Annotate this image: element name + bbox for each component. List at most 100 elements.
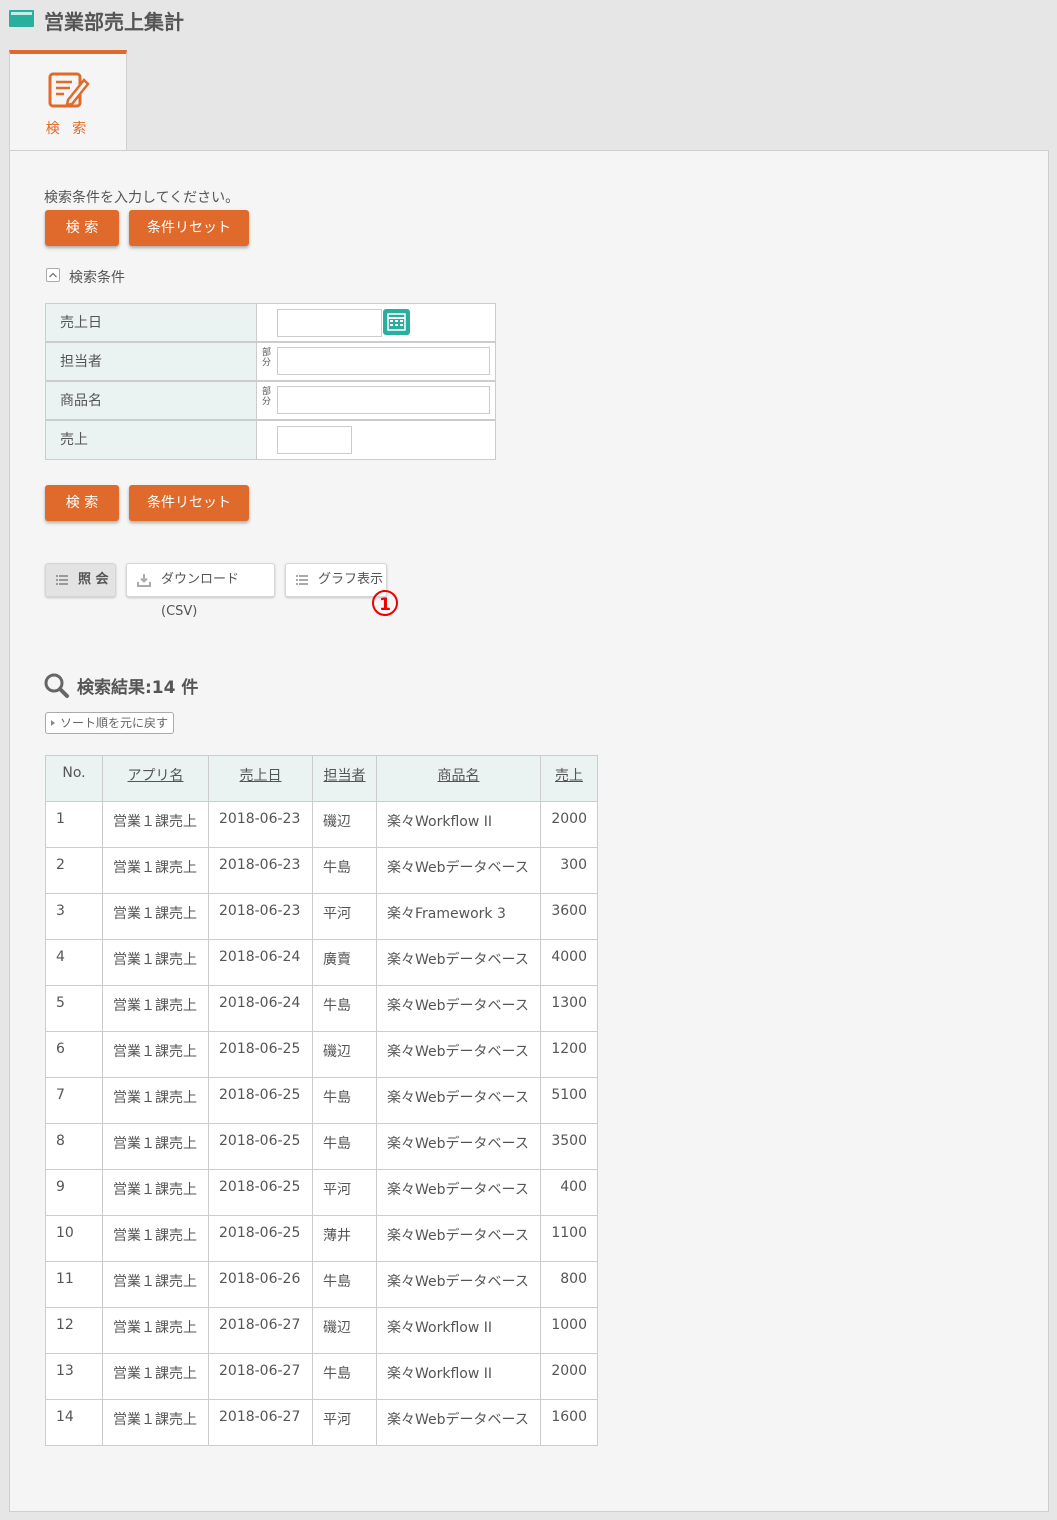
cell-product: 楽々Webデータベース: [376, 1169, 541, 1216]
product-input[interactable]: [277, 386, 490, 414]
cell-app: 営業１課売上: [102, 847, 209, 894]
partial-match-tag: 部分: [262, 387, 272, 407]
table-row: 6 営業１課売上 2018-06-25 磯辺 楽々Webデータベース 1200: [45, 1031, 598, 1078]
cell-product: 楽々Framework 3: [376, 893, 541, 940]
column-header-amount[interactable]: 売上: [540, 755, 598, 802]
table-row: 5 営業１課売上 2018-06-24 牛島 楽々Webデータベース 1300: [45, 985, 598, 1032]
cell-app: 営業１課売上: [102, 1077, 209, 1124]
cell-date: 2018-06-27: [208, 1399, 313, 1446]
cell-date: 2018-06-25: [208, 1169, 313, 1216]
cell-amount: 1600: [540, 1399, 598, 1446]
calendar-button[interactable]: [383, 309, 410, 335]
form-row-amount: 売上: [45, 420, 496, 460]
cell-amount: 800: [540, 1261, 598, 1308]
cell-person: 平河: [312, 1169, 377, 1216]
cell-date: 2018-06-25: [208, 1215, 313, 1262]
cell-product: 楽々Webデータベース: [376, 1123, 541, 1170]
column-header-date[interactable]: 売上日: [208, 755, 313, 802]
column-header-app[interactable]: アプリ名: [102, 755, 209, 802]
tab-label: 検 索: [45, 121, 91, 137]
cell-amount: 1000: [540, 1307, 598, 1354]
cell-app: 営業１課売上: [102, 801, 209, 848]
table-row: 14 営業１課売上 2018-06-27 平河 楽々Webデータベース 1600: [45, 1399, 598, 1446]
view-button[interactable]: 照 会: [45, 563, 116, 597]
cell-person: 平河: [312, 1399, 377, 1446]
cell-no: 5: [45, 985, 103, 1032]
cell-product: 楽々Webデータベース: [376, 985, 541, 1032]
cell-app: 営業１課売上: [102, 1307, 209, 1354]
tab-search[interactable]: 検 索: [9, 50, 127, 152]
cell-date: 2018-06-25: [208, 1123, 313, 1170]
cell-app: 営業１課売上: [102, 1215, 209, 1262]
cell-no: 13: [45, 1353, 103, 1400]
reset-button-top[interactable]: 条件リセット: [129, 210, 249, 246]
cell-amount: 300: [540, 847, 598, 894]
cell-product: 楽々Webデータベース: [376, 1077, 541, 1124]
list-icon: [296, 575, 308, 585]
download-csv-button[interactable]: ダウンロード(CSV): [126, 563, 275, 619]
cell-product: 楽々Webデータベース: [376, 1215, 541, 1262]
cell-app: 営業１課売上: [102, 985, 209, 1032]
reset-sort-button[interactable]: ソート順を元に戻す: [45, 712, 174, 734]
calendar-icon: [387, 313, 406, 331]
graph-button[interactable]: グラフ表示: [285, 563, 387, 597]
search-button-bottom[interactable]: 検 索: [45, 485, 119, 521]
edit-document-icon: [48, 72, 90, 108]
cell-no: 12: [45, 1307, 103, 1354]
list-icon: [56, 575, 68, 585]
cell-no: 14: [45, 1399, 103, 1446]
cell-amount: 2000: [540, 1353, 598, 1400]
cell-person: 廣賣: [312, 939, 377, 986]
table-row: 1 営業１課売上 2018-06-23 磯辺 楽々Workflow II 2000: [45, 801, 598, 848]
conditions-label: 検索条件: [69, 270, 125, 286]
search-button-top[interactable]: 検 索: [45, 210, 119, 246]
cell-date: 2018-06-23: [208, 801, 313, 848]
column-header-product[interactable]: 商品名: [376, 755, 541, 802]
cell-product: 楽々Workflow II: [376, 1353, 541, 1400]
download-icon: [137, 574, 151, 587]
cell-person: 牛島: [312, 1261, 377, 1308]
cell-person: 牛島: [312, 1077, 377, 1124]
cell-app: 営業１課売上: [102, 939, 209, 986]
cell-no: 7: [45, 1077, 103, 1124]
partial-match-tag: 部分: [262, 348, 272, 368]
collapse-conditions-toggle[interactable]: [46, 268, 60, 282]
cell-amount: 1300: [540, 985, 598, 1032]
cell-amount: 400: [540, 1169, 598, 1216]
person-input[interactable]: [277, 347, 490, 375]
cell-app: 営業１課売上: [102, 1399, 209, 1446]
table-row: 7 営業１課売上 2018-06-25 牛島 楽々Webデータベース 5100: [45, 1077, 598, 1124]
cell-app: 営業１課売上: [102, 1031, 209, 1078]
cell-amount: 1200: [540, 1031, 598, 1078]
cell-product: 楽々Webデータベース: [376, 847, 541, 894]
cell-no: 11: [45, 1261, 103, 1308]
cell-date: 2018-06-24: [208, 939, 313, 986]
cell-person: 磯辺: [312, 1307, 377, 1354]
cell-product: 楽々Workflow II: [376, 1307, 541, 1354]
table-header-row: No. アプリ名 売上日 担当者 商品名 売上: [45, 755, 598, 802]
callout-marker: 1: [372, 590, 398, 616]
cell-amount: 5100: [540, 1077, 598, 1124]
title-bar: 営業部売上集計: [0, 0, 1057, 40]
sales-date-input[interactable]: [277, 309, 382, 337]
cell-no: 10: [45, 1215, 103, 1262]
table-row: 11 営業１課売上 2018-06-26 牛島 楽々Webデータベース 800: [45, 1261, 598, 1308]
cell-person: 牛島: [312, 847, 377, 894]
cell-amount: 1100: [540, 1215, 598, 1262]
amount-input[interactable]: [277, 426, 352, 454]
cell-date: 2018-06-27: [208, 1307, 313, 1354]
cell-person: 牛島: [312, 1353, 377, 1400]
table-row: 2 営業１課売上 2018-06-23 牛島 楽々Webデータベース 300: [45, 847, 598, 894]
reset-button-bottom[interactable]: 条件リセット: [129, 485, 249, 521]
view-button-label: 照 会: [78, 572, 109, 587]
search-icon: [44, 673, 69, 698]
table-row: 10 営業１課売上 2018-06-25 薄井 楽々Webデータベース 1100: [45, 1215, 598, 1262]
column-header-person[interactable]: 担当者: [312, 755, 377, 802]
cell-app: 営業１課売上: [102, 1169, 209, 1216]
cell-amount: 4000: [540, 939, 598, 986]
cell-no: 4: [45, 939, 103, 986]
cell-person: 磯辺: [312, 801, 377, 848]
amount-label: 売上: [46, 421, 257, 459]
graph-button-label: グラフ表示: [318, 572, 384, 587]
chevron-up-icon: [49, 272, 57, 278]
